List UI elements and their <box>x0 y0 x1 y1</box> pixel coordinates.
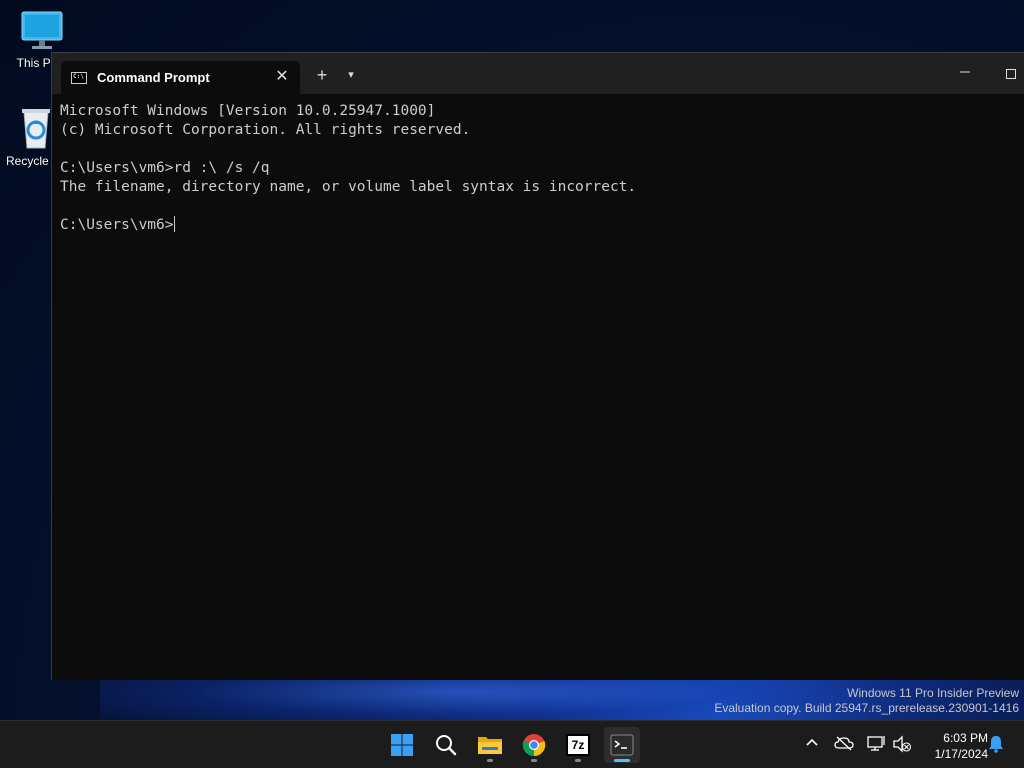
cloud-offline-icon <box>834 736 854 751</box>
network-tray-button[interactable] <box>866 735 886 755</box>
tab-close-button[interactable]: ✕ <box>272 67 292 87</box>
watermark-line-2: Evaluation copy. Build 25947.rs_prerelea… <box>714 701 1019 715</box>
file-explorer-button[interactable] <box>472 727 508 763</box>
search-icon <box>436 735 457 756</box>
console-line: C:\Users\vm6>rd :\ /s /q <box>60 160 270 176</box>
chrome-button[interactable] <box>516 727 552 763</box>
volume-tray-button[interactable] <box>892 735 912 755</box>
7zip-button[interactable]: 7z <box>560 727 596 763</box>
desktop-icon-label: Recycle Bin <box>6 154 50 168</box>
console-line: Microsoft Windows [Version 10.0.25947.10… <box>60 103 436 119</box>
cmd-icon <box>71 71 87 84</box>
clock[interactable]: 6:03 PM 1/17/2024 <box>918 730 988 762</box>
clock-date: 1/17/2024 <box>934 747 988 761</box>
console-prompt: C:\Users\vm6> <box>60 217 174 233</box>
console-line: The filename, directory name, or volume … <box>60 179 637 195</box>
tab-title: Command Prompt <box>97 70 210 85</box>
clock-time: 6:03 PM <box>943 731 988 745</box>
onedrive-tray-button[interactable] <box>834 735 854 755</box>
new-tab-button[interactable]: + <box>312 65 332 85</box>
running-indicator <box>575 759 581 762</box>
network-icon <box>867 736 885 751</box>
terminal-icon <box>610 734 634 756</box>
text-cursor <box>173 216 175 232</box>
running-indicator <box>531 759 537 762</box>
maximize-button[interactable] <box>997 63 1024 83</box>
search-button[interactable] <box>428 727 464 763</box>
windows-logo-icon <box>391 734 413 756</box>
recycle-bin-icon <box>16 104 56 150</box>
console-prompt-line: C:\Users\vm6> <box>60 216 1024 235</box>
minimize-icon <box>960 71 970 73</box>
running-indicator <box>614 759 630 762</box>
evaluation-watermark: Windows 11 Pro Insider Preview Evaluatio… <box>714 686 1019 716</box>
start-button[interactable] <box>384 727 420 763</box>
folder-icon <box>478 737 502 754</box>
watermark-line-1: Windows 11 Pro Insider Preview <box>847 686 1019 700</box>
running-indicator <box>487 759 493 762</box>
terminal-button[interactable] <box>604 727 640 763</box>
maximize-icon <box>1006 69 1016 80</box>
7zip-icon: 7z <box>566 734 590 756</box>
taskbar: 7z 6:03 PM 1/17/2024 <box>0 720 1024 768</box>
terminal-window: Command Prompt ✕ + ▾ Microsoft Windows [… <box>51 52 1024 680</box>
title-bar: Command Prompt ✕ + ▾ <box>52 53 1024 94</box>
console-line: (c) Microsoft Corporation. All rights re… <box>60 122 471 138</box>
show-hidden-icons-button[interactable] <box>802 735 822 755</box>
chevron-up-icon <box>806 738 818 746</box>
7zip-icon-text: 7z <box>571 738 585 752</box>
tab-command-prompt[interactable]: Command Prompt ✕ <box>61 61 300 94</box>
monitor-icon <box>20 10 64 52</box>
bell-icon <box>989 736 1003 753</box>
notifications-button[interactable] <box>986 735 1006 755</box>
volume-muted-icon <box>893 735 912 753</box>
tab-dropdown-button[interactable]: ▾ <box>341 65 361 85</box>
minimize-button[interactable] <box>951 63 979 83</box>
console-output[interactable]: Microsoft Windows [Version 10.0.25947.10… <box>60 102 1024 680</box>
chrome-icon <box>522 734 546 757</box>
